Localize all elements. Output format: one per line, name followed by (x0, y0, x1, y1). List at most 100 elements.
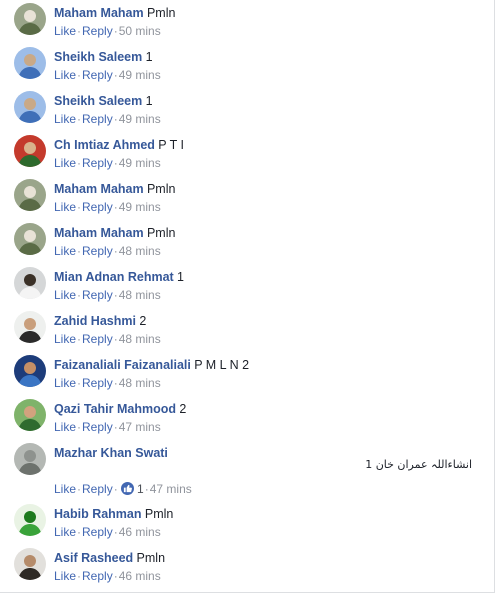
comment-body: Qazi Tahir Mahmood 2 Like·Reply·47 mins (54, 400, 490, 436)
like-link[interactable]: Like (54, 288, 76, 302)
reply-link[interactable]: Reply (82, 332, 113, 346)
comment-author-link[interactable]: Zahid Hashmi (54, 314, 136, 328)
comment-author-link[interactable]: Maham Maham (54, 182, 144, 196)
comment-body: Mazhar Khan Swati انشاءاللہ عمران خان 1 L… (54, 444, 490, 498)
comment-author-link[interactable]: Maham Maham (54, 226, 144, 240)
comment-item: Mian Adnan Rehmat 1 Like·Reply·48 mins (14, 267, 490, 307)
reply-link[interactable]: Reply (82, 244, 113, 258)
avatar-photo-man-blue-shirt[interactable] (14, 47, 46, 79)
comment-actions: Like·Reply·46 mins (54, 567, 490, 585)
comment-body: Zahid Hashmi 2 Like·Reply·48 mins (54, 312, 490, 348)
comment-actions: Like·Reply·48 mins (54, 330, 490, 348)
comment-timestamp[interactable]: 48 mins (119, 288, 161, 302)
reaction-count[interactable]: 1 (137, 482, 144, 496)
comment-header: Mian Adnan Rehmat 1 (54, 268, 490, 286)
avatar-photo-man-green-background[interactable] (14, 399, 46, 431)
comment-text: 2 (139, 314, 147, 328)
comment-timestamp[interactable]: 48 mins (119, 332, 161, 346)
like-link[interactable]: Like (54, 200, 76, 214)
reply-link[interactable]: Reply (82, 156, 113, 170)
like-link[interactable]: Like (54, 569, 76, 583)
reply-link[interactable]: Reply (82, 112, 113, 126)
comment-header: Zahid Hashmi 2 (54, 312, 490, 330)
comment-body: Habib Rahman Pmln Like·Reply·46 mins (54, 505, 490, 541)
comment-timestamp[interactable]: 46 mins (119, 569, 161, 583)
comment-item: Habib Rahman Pmln Like·Reply·46 mins (14, 504, 490, 544)
comment-author-link[interactable]: Habib Rahman (54, 507, 142, 521)
comment-header: Sheikh Saleem 1 (54, 48, 490, 66)
comment-body: Maham Maham Pmln Like·Reply·50 mins (54, 4, 490, 40)
avatar-graphic-green-calligraphy[interactable] (14, 504, 46, 536)
comment-author-link[interactable]: Sheikh Saleem (54, 50, 142, 64)
like-link[interactable]: Like (54, 376, 76, 390)
thumbs-up-icon[interactable] (120, 482, 134, 495)
comment-text: Pmln (146, 6, 176, 20)
avatar-photo-man-outdoors[interactable] (14, 179, 46, 211)
comment-timestamp[interactable]: 49 mins (119, 200, 161, 214)
comment-actions: Like·Reply·49 mins (54, 154, 490, 172)
reply-link[interactable]: Reply (82, 288, 113, 302)
comment-author-link[interactable]: Sheikh Saleem (54, 94, 142, 108)
reply-link[interactable]: Reply (82, 200, 113, 214)
avatar-photo-man-outdoors[interactable] (14, 223, 46, 255)
comment-text: P M L N 2 (194, 358, 250, 372)
like-link[interactable]: Like (54, 332, 76, 346)
comment-author-link[interactable]: Faizanaliali Faizanaliali (54, 358, 191, 372)
comment-body: Sheikh Saleem 1 Like·Reply·49 mins (54, 48, 490, 84)
like-link[interactable]: Like (54, 68, 76, 82)
avatar-photo-man-blue-shirt[interactable] (14, 91, 46, 123)
reply-link[interactable]: Reply (82, 24, 113, 38)
like-link[interactable]: Like (54, 156, 76, 170)
comment-timestamp[interactable]: 49 mins (119, 68, 161, 82)
comment-timestamp[interactable]: 49 mins (119, 112, 161, 126)
comment-timestamp[interactable]: 48 mins (119, 376, 161, 390)
comment-item: Ch Imtiaz Ahmed P T I Like·Reply·49 mins (14, 135, 490, 175)
comment-header: Sheikh Saleem 1 (54, 92, 490, 110)
comment-header: Faizanaliali Faizanaliali P M L N 2 (54, 356, 490, 374)
avatar-photo-landscape-gray[interactable] (14, 443, 46, 475)
avatar-photo-man-outdoors[interactable] (14, 3, 46, 35)
reply-link[interactable]: Reply (82, 569, 113, 583)
like-link[interactable]: Like (54, 525, 76, 539)
like-link[interactable]: Like (54, 420, 76, 434)
comment-author-link[interactable]: Ch Imtiaz Ahmed (54, 138, 155, 152)
comment-body: Mian Adnan Rehmat 1 Like·Reply·48 mins (54, 268, 490, 304)
like-link[interactable]: Like (54, 482, 76, 496)
comment-author-link[interactable]: Asif Rasheed (54, 551, 133, 565)
avatar-photo-man-white-shirt[interactable] (14, 267, 46, 299)
avatar-photo-man-dark-background[interactable] (14, 355, 46, 387)
reply-link[interactable]: Reply (82, 482, 113, 496)
comment-timestamp[interactable]: 47 mins (119, 420, 161, 434)
reply-link[interactable]: Reply (82, 420, 113, 434)
comment-author-link[interactable]: Qazi Tahir Mahmood (54, 402, 176, 416)
comment-body: Maham Maham Pmln Like·Reply·48 mins (54, 224, 490, 260)
comment-text: Pmln (146, 182, 176, 196)
avatar-photo-man-red-background[interactable] (14, 135, 46, 167)
comment-timestamp[interactable]: 49 mins (119, 156, 161, 170)
comment-body: Faizanaliali Faizanaliali P M L N 2 Like·… (54, 356, 490, 392)
like-link[interactable]: Like (54, 24, 76, 38)
comment-author-link[interactable]: Mian Adnan Rehmat (54, 270, 174, 284)
avatar-photo-man-portrait[interactable] (14, 548, 46, 580)
comment-actions: Like·Reply·49 mins (54, 110, 490, 128)
comment-timestamp[interactable]: 46 mins (119, 525, 161, 539)
reply-link[interactable]: Reply (82, 525, 113, 539)
comment-text: 1 (177, 270, 184, 284)
comment-item: Sheikh Saleem 1 Like·Reply·49 mins (14, 47, 490, 87)
avatar-photo-man-sunglasses[interactable] (14, 311, 46, 343)
comment-timestamp[interactable]: 47 mins (150, 482, 192, 496)
like-link[interactable]: Like (54, 112, 76, 126)
comment-author-link[interactable]: Maham Maham (54, 6, 144, 20)
comment-actions: Like·Reply·50 mins (54, 22, 490, 40)
comment-author-link[interactable]: Mazhar Khan Swati (54, 446, 168, 460)
comment-item: Asif Rasheed Pmln Like·Reply·46 mins (14, 548, 490, 588)
comment-timestamp[interactable]: 50 mins (119, 24, 161, 38)
comment-item: Maham Maham Pmln Like·Reply·49 mins (14, 179, 490, 219)
comment-actions: Like·Reply·46 mins (54, 523, 490, 541)
comment-timestamp[interactable]: 48 mins (119, 244, 161, 258)
comment-header: Asif Rasheed Pmln (54, 549, 490, 567)
reply-link[interactable]: Reply (82, 376, 113, 390)
comment-header: Maham Maham Pmln (54, 4, 490, 22)
like-link[interactable]: Like (54, 244, 76, 258)
reply-link[interactable]: Reply (82, 68, 113, 82)
